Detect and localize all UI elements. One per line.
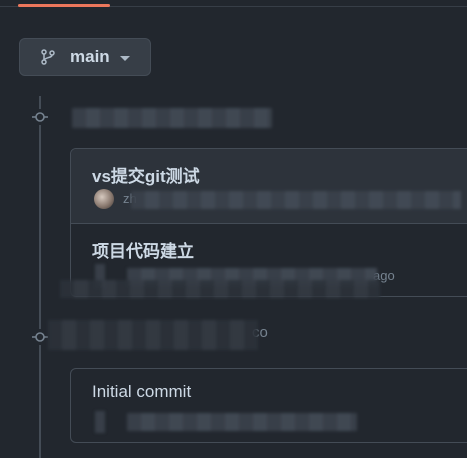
active-tab-underline (18, 4, 110, 7)
redacted-date-heading (48, 320, 258, 350)
redacted-overlay (60, 280, 380, 298)
commit-title-link[interactable]: Initial commit (92, 382, 191, 402)
chevron-down-icon (119, 55, 130, 61)
commit-node-icon (32, 109, 48, 125)
redacted-commit-meta (127, 413, 357, 431)
git-branch-icon (40, 49, 56, 65)
redacted-commit-meta (131, 191, 461, 209)
commit-row[interactable]: vs提交git测试 zh (71, 149, 467, 224)
branch-selector-button[interactable]: main (19, 38, 151, 76)
commit-timeline (39, 96, 41, 458)
branch-name: main (70, 47, 110, 66)
commit-row[interactable]: Initial commit (71, 369, 467, 442)
author-avatar[interactable] (94, 189, 114, 209)
commit-node-icon (32, 329, 48, 345)
redacted-avatar (95, 411, 105, 433)
commit-title-link[interactable]: 项目代码建立 (92, 237, 194, 262)
commit-title-link[interactable]: vs提交git测试 (92, 162, 200, 187)
commit-group-card: vs提交git测试 zh 项目代码建立 ago (70, 148, 467, 297)
commits-page: main vs提交git测试 zh 项目代码建立 ago co Initial … (0, 0, 467, 458)
redacted-date-heading (72, 108, 272, 128)
commit-group-card: Initial commit (70, 368, 467, 443)
